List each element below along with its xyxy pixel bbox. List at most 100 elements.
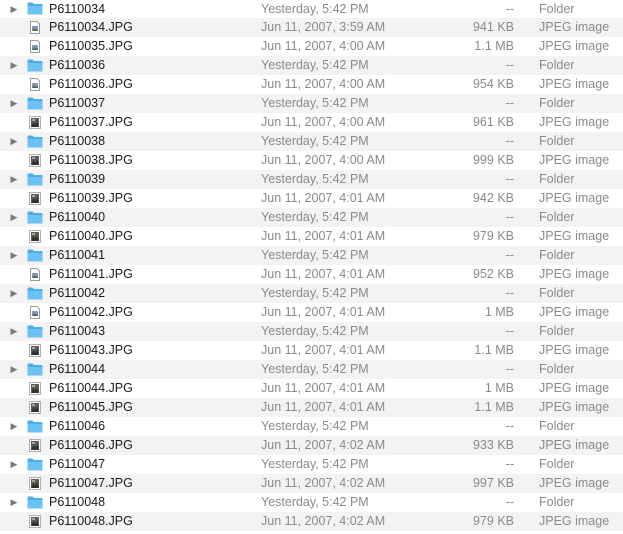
disclosure-triangle-icon[interactable]: ▶ xyxy=(9,417,19,436)
file-row[interactable]: P6110034.JPG Jun 11, 2007, 3:59 AM 941 KB J… xyxy=(0,18,623,37)
date-modified: Jun 11, 2007, 4:00 AM xyxy=(261,115,386,129)
item-size: -- xyxy=(505,419,514,433)
item-size: -- xyxy=(505,134,514,148)
date-modified: Yesterday, 5:42 PM xyxy=(261,324,369,338)
item-kind: JPEG image xyxy=(539,191,610,205)
disclosure-triangle-icon[interactable]: ▶ xyxy=(9,170,19,189)
item-name: P6110046.JPG xyxy=(49,438,133,452)
disclosure-triangle-icon[interactable]: ▶ xyxy=(9,360,19,379)
item-name: P6110036.JPG xyxy=(49,77,133,91)
date-modified: Jun 11, 2007, 4:00 AM xyxy=(261,153,386,167)
file-row[interactable]: P6110046.JPG Jun 11, 2007, 4:02 AM 933 KB J… xyxy=(0,436,623,455)
file-row[interactable]: P6110048.JPG Jun 11, 2007, 4:02 AM 979 KB J… xyxy=(0,512,623,531)
folder-row[interactable]: ▶ P6110043 Yesterday, 5:42 PM -- Folder xyxy=(0,322,623,341)
folder-row[interactable]: ▶ P6110038 Yesterday, 5:42 PM -- Folder xyxy=(0,132,623,151)
disclosure-triangle-icon[interactable]: ▶ xyxy=(9,208,19,227)
disclosure-triangle-icon[interactable]: ▶ xyxy=(9,322,19,341)
item-name: P6110038.JPG xyxy=(49,153,133,167)
photo-thumbnail-icon xyxy=(27,344,43,357)
photo-thumbnail-icon xyxy=(27,477,43,490)
file-row[interactable]: P6110038.JPG Jun 11, 2007, 4:00 AM 999 KB J… xyxy=(0,151,623,170)
item-size: 941 KB xyxy=(472,20,514,34)
file-row[interactable]: P6110045.JPG Jun 11, 2007, 4:01 AM 1.1 MB J… xyxy=(0,398,623,417)
item-name: P6110039 xyxy=(49,172,106,186)
disclosure-triangle-icon[interactable]: ▶ xyxy=(9,284,19,303)
folder-icon xyxy=(27,325,43,338)
item-kind: JPEG image xyxy=(539,438,610,452)
date-modified: Yesterday, 5:42 PM xyxy=(261,172,369,186)
folder-row[interactable]: ▶ P6110034 Yesterday, 5:42 PM -- Folder xyxy=(0,0,623,18)
file-row[interactable]: P6110036.JPG Jun 11, 2007, 4:00 AM 954 KB J… xyxy=(0,75,623,94)
disclosure-triangle-icon[interactable]: ▶ xyxy=(9,0,19,18)
disclosure-triangle-icon[interactable]: ▶ xyxy=(9,132,19,151)
item-kind: JPEG image xyxy=(539,77,610,91)
item-name: P6110038 xyxy=(49,134,106,148)
folder-row[interactable]: ▶ P6110046 Yesterday, 5:42 PM -- Folder xyxy=(0,417,623,436)
file-row[interactable]: P6110047.JPG Jun 11, 2007, 4:02 AM 997 KB J… xyxy=(0,474,623,493)
item-name: P6110036 xyxy=(49,58,106,72)
folder-row[interactable]: ▶ P6110042 Yesterday, 5:42 PM -- Folder xyxy=(0,284,623,303)
file-row[interactable]: P6110040.JPG Jun 11, 2007, 4:01 AM 979 KB J… xyxy=(0,227,623,246)
date-modified: Yesterday, 5:42 PM xyxy=(261,495,369,509)
folder-row[interactable]: ▶ P6110040 Yesterday, 5:42 PM -- Folder xyxy=(0,208,623,227)
date-modified: Jun 11, 2007, 3:59 AM xyxy=(261,20,386,34)
item-size: 933 KB xyxy=(472,438,514,452)
date-modified: Yesterday, 5:42 PM xyxy=(261,58,369,72)
date-modified: Jun 11, 2007, 4:01 AM xyxy=(261,305,386,319)
disclosure-triangle-icon[interactable]: ▶ xyxy=(9,246,19,265)
file-row[interactable]: P6110044.JPG Jun 11, 2007, 4:01 AM 1 MB JPE… xyxy=(0,379,623,398)
folder-row[interactable]: ▶ P6110044 Yesterday, 5:42 PM -- Folder xyxy=(0,360,623,379)
item-size: -- xyxy=(505,324,514,338)
item-kind: JPEG image xyxy=(539,267,610,281)
photo-thumbnail-icon xyxy=(27,382,43,395)
date-modified: Yesterday, 5:42 PM xyxy=(261,2,369,16)
folder-row[interactable]: ▶ P6110037 Yesterday, 5:42 PM -- Folder xyxy=(0,94,623,113)
file-list: ▶ P6110034 Yesterday, 5:42 PM -- Folder P6110… xyxy=(0,0,623,533)
date-modified: Jun 11, 2007, 4:02 AM xyxy=(261,438,386,452)
disclosure-triangle-icon[interactable]: ▶ xyxy=(9,493,19,512)
photo-thumbnail-icon xyxy=(27,192,43,205)
date-modified: Jun 11, 2007, 4:01 AM xyxy=(261,400,386,414)
item-name: P6110037.JPG xyxy=(49,115,133,129)
folder-row[interactable]: ▶ P6110041 Yesterday, 5:42 PM -- Folder xyxy=(0,246,623,265)
folder-icon xyxy=(27,420,43,433)
folder-icon xyxy=(27,97,43,110)
item-kind: JPEG image xyxy=(539,514,610,528)
item-name: P6110035.JPG xyxy=(49,39,133,53)
folder-icon xyxy=(27,173,43,186)
item-name: P6110048.JPG xyxy=(49,514,133,528)
date-modified: Jun 11, 2007, 4:01 AM xyxy=(261,267,386,281)
date-modified: Jun 11, 2007, 4:02 AM xyxy=(261,476,386,490)
item-kind: JPEG image xyxy=(539,476,610,490)
file-row[interactable]: P6110043.JPG Jun 11, 2007, 4:01 AM 1.1 MB J… xyxy=(0,341,623,360)
item-size: -- xyxy=(505,2,514,16)
file-row[interactable]: P6110037.JPG Jun 11, 2007, 4:00 AM 961 KB J… xyxy=(0,113,623,132)
file-row[interactable]: P6110042.JPG Jun 11, 2007, 4:01 AM 1 MB JPE… xyxy=(0,303,623,322)
item-kind: Folder xyxy=(539,210,575,224)
item-size: -- xyxy=(505,210,514,224)
file-row[interactable]: P6110039.JPG Jun 11, 2007, 4:01 AM 942 KB J… xyxy=(0,189,623,208)
photo-thumbnail-icon xyxy=(27,515,43,528)
folder-row[interactable]: ▶ P6110048 Yesterday, 5:42 PM -- Folder xyxy=(0,493,623,512)
item-size: 954 KB xyxy=(472,77,514,91)
date-modified: Jun 11, 2007, 4:01 AM xyxy=(261,191,386,205)
item-kind: JPEG image xyxy=(539,381,610,395)
folder-row[interactable]: ▶ P6110036 Yesterday, 5:42 PM -- Folder xyxy=(0,56,623,75)
date-modified: Jun 11, 2007, 4:00 AM xyxy=(261,77,386,91)
item-size: 979 KB xyxy=(472,514,514,528)
item-name: P6110047 xyxy=(49,457,106,471)
folder-row[interactable]: ▶ P6110047 Yesterday, 5:42 PM -- Folder xyxy=(0,455,623,474)
item-name: P6110034 xyxy=(49,2,106,16)
folder-row[interactable]: ▶ P6110039 Yesterday, 5:42 PM -- Folder xyxy=(0,170,623,189)
disclosure-triangle-icon[interactable]: ▶ xyxy=(9,56,19,75)
disclosure-triangle-icon[interactable]: ▶ xyxy=(9,94,19,113)
folder-icon xyxy=(27,59,43,72)
item-size: -- xyxy=(505,495,514,509)
file-row[interactable]: P6110035.JPG Jun 11, 2007, 4:00 AM 1.1 MB J… xyxy=(0,37,623,56)
date-modified: Jun 11, 2007, 4:01 AM xyxy=(261,381,386,395)
item-size: -- xyxy=(505,248,514,262)
folder-icon xyxy=(27,2,43,15)
file-row[interactable]: P6110041.JPG Jun 11, 2007, 4:01 AM 952 KB J… xyxy=(0,265,623,284)
item-size: -- xyxy=(505,172,514,186)
disclosure-triangle-icon[interactable]: ▶ xyxy=(9,455,19,474)
